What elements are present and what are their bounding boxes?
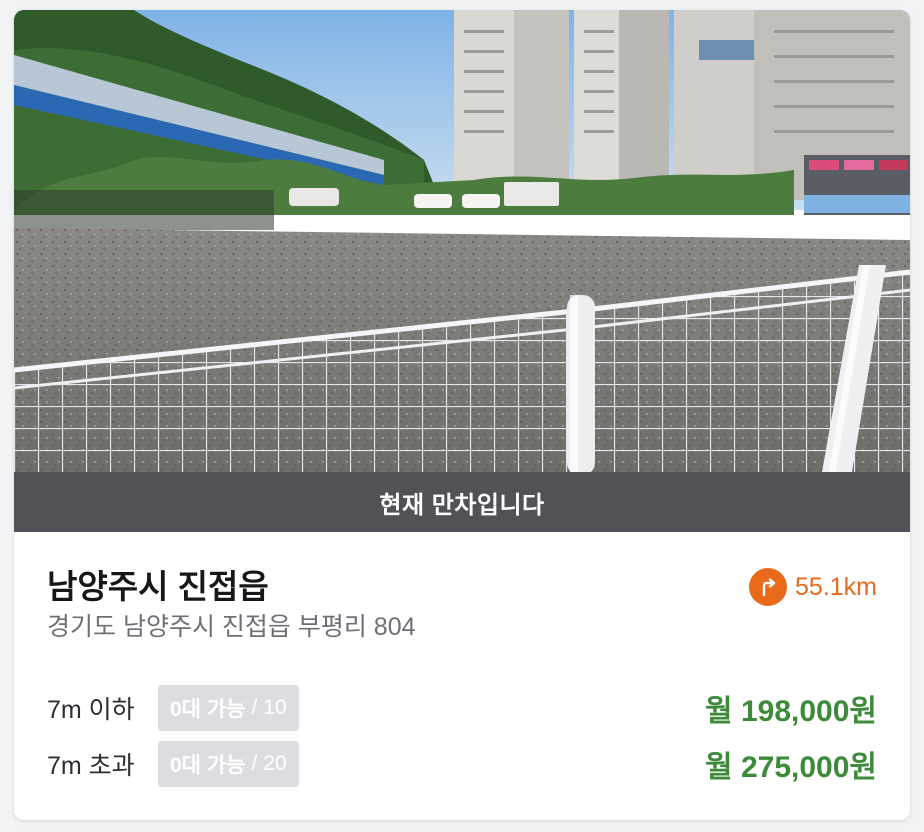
availability-badge: 0대 가능 / 10	[158, 685, 299, 731]
availability-count: 0대 가능	[170, 754, 246, 777]
monthly-price: 월 275,000원	[705, 751, 877, 784]
availability-separator: /	[251, 696, 258, 719]
availability-count: 0대 가능	[170, 698, 246, 721]
parking-lot-card[interactable]: 현재 만차입니다 남양주시 진접읍 경기도 남양주시 진접읍 부평리 804 5…	[14, 10, 910, 820]
vehicle-size-label: 7m 이하	[47, 696, 135, 724]
rate-row: 7m 초과 0대 가능 / 20 월 275,000원	[47, 741, 877, 787]
parking-lot-address: 경기도 남양주시 진접읍 부평리 804	[47, 613, 416, 641]
availability-separator: /	[251, 752, 258, 775]
parking-lot-photo	[14, 10, 910, 472]
monthly-price: 월 198,000원	[705, 695, 877, 728]
status-banner: 현재 만차입니다	[14, 472, 910, 532]
rate-row: 7m 이하 0대 가능 / 10 월 198,000원	[47, 685, 877, 731]
capacity-total: 10	[263, 696, 287, 719]
distance-value: 55.1km	[795, 572, 877, 601]
vehicle-size-label: 7m 초과	[47, 752, 135, 780]
turn-right-arrow-icon[interactable]	[749, 568, 788, 606]
distance-link[interactable]: 55.1km	[749, 568, 877, 606]
availability-badge: 0대 가능 / 20	[158, 741, 299, 787]
parking-lot-name: 남양주시 진접읍	[47, 568, 269, 605]
capacity-total: 20	[263, 752, 287, 775]
